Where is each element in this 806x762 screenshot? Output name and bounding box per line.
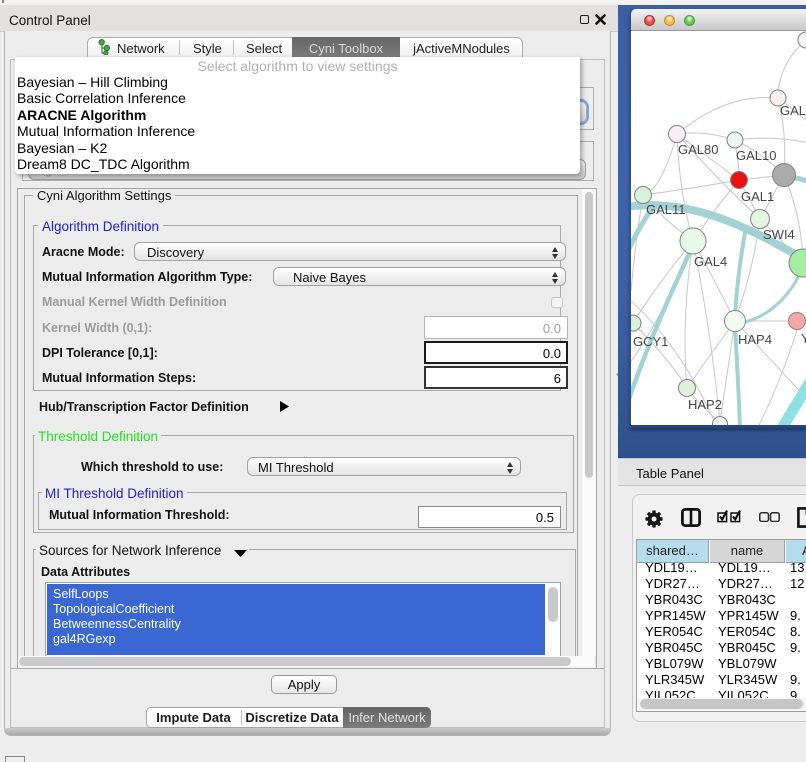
svg-text:GAL4: GAL4 bbox=[694, 254, 727, 269]
svg-text:GAL1: GAL1 bbox=[741, 189, 774, 204]
svg-text:GCY1: GCY1 bbox=[633, 334, 668, 349]
svg-text:HAP4: HAP4 bbox=[738, 332, 772, 347]
svg-text:GAL2: GAL2 bbox=[780, 103, 806, 118]
svg-text:Y: Y bbox=[801, 331, 806, 346]
svg-text:GAL80: GAL80 bbox=[678, 142, 718, 157]
svg-text:GAL10: GAL10 bbox=[736, 148, 776, 163]
svg-text:SWI4: SWI4 bbox=[763, 227, 795, 242]
svg-text:GAL11: GAL11 bbox=[646, 202, 686, 217]
svg-text:HAP2: HAP2 bbox=[688, 397, 722, 412]
